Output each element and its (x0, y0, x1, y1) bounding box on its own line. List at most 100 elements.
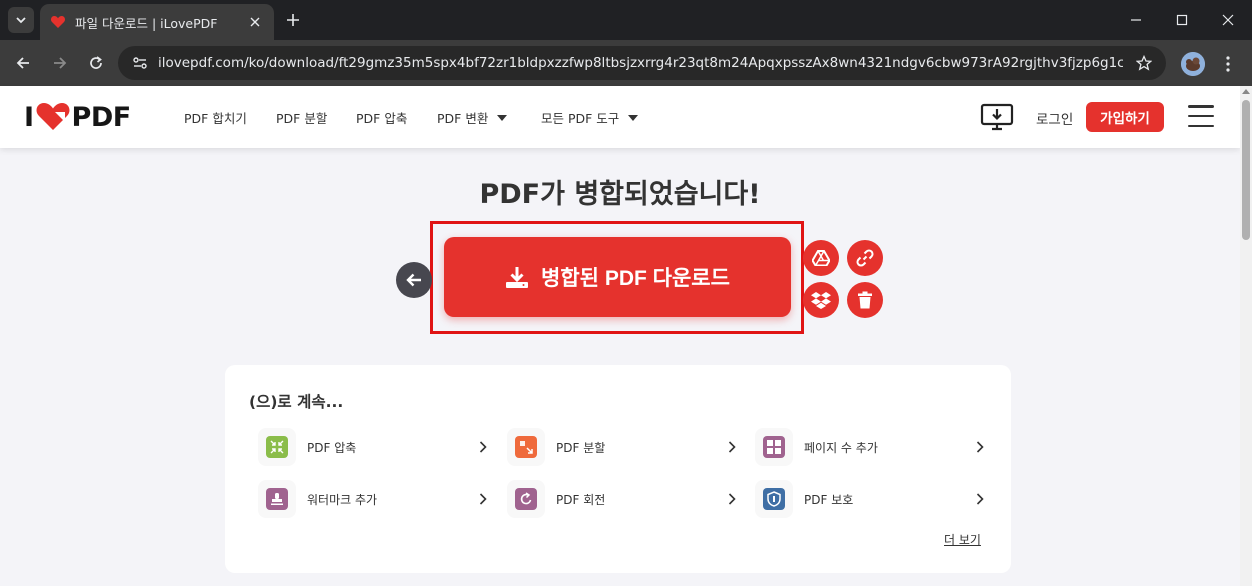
tool-protect-pdf[interactable]: PDF 보호 (755, 480, 985, 518)
tool-label: PDF 회전 (556, 492, 606, 507)
heart-favicon-icon (50, 14, 66, 30)
google-drive-icon (812, 250, 830, 266)
reload-button[interactable] (84, 51, 108, 75)
download-merged-pdf-button[interactable]: 병합된 PDF 다운로드 (444, 237, 791, 317)
avatar-icon (1181, 52, 1205, 76)
tool-icon-frame (755, 428, 793, 466)
tool-icon-frame (755, 480, 793, 518)
scrollbar-thumb[interactable] (1242, 100, 1250, 240)
nav-compress-pdf[interactable]: PDF 압축 (356, 108, 407, 127)
scroll-up-arrow-icon[interactable] (1242, 89, 1250, 94)
browser-menu-button[interactable] (1216, 52, 1240, 76)
nav-all-tools[interactable]: 모든 PDF 도구 (541, 108, 639, 127)
logo-text-i: I (24, 101, 34, 133)
back-nav-button[interactable] (11, 51, 35, 75)
signup-button[interactable]: 가입하기 (1086, 102, 1164, 132)
tool-add-watermark[interactable]: 워터마크 추가 (258, 480, 488, 518)
address-bar[interactable]: ilovepdf.com/ko/download/ft29gmz35m5spx4… (118, 46, 1166, 80)
more-vertical-icon (1226, 56, 1230, 72)
arrow-right-icon (54, 57, 67, 69)
login-link[interactable]: 로그인 (1036, 108, 1073, 128)
tool-label: PDF 보호 (804, 492, 854, 507)
download-icon (505, 265, 529, 289)
profile-avatar[interactable] (1181, 52, 1205, 76)
forward-nav-button[interactable] (48, 51, 72, 75)
tool-label: 페이지 수 추가 (804, 440, 878, 455)
browser-tab-bar: 파일 다운로드 | iLovePDF (0, 0, 1252, 40)
nav-label: PDF 합치기 (184, 111, 247, 126)
tool-label: PDF 압축 (307, 440, 357, 455)
ilovepdf-logo[interactable]: I PDF (24, 101, 132, 133)
nav-merge-pdf[interactable]: PDF 합치기 (184, 108, 247, 127)
continue-tools-card: (으)로 계속... PDF 압축 PDF 분할 페이지 수 추가 워터마크 추… (225, 365, 1011, 573)
tool-rotate-pdf[interactable]: PDF 회전 (507, 480, 737, 518)
minimize-button[interactable] (1124, 8, 1148, 32)
card-title: (으)로 계속... (249, 393, 344, 411)
back-button[interactable] (396, 262, 432, 298)
chevron-right-icon (478, 492, 488, 506)
nav-split-pdf[interactable]: PDF 분할 (276, 108, 327, 127)
tool-icon-frame (258, 428, 296, 466)
arrow-left-icon (16, 57, 29, 69)
heart-logo-icon (36, 103, 70, 130)
logo-text-pdf: PDF (71, 101, 132, 133)
tool-compress-pdf[interactable]: PDF 압축 (258, 428, 488, 466)
trash-icon (858, 291, 872, 309)
save-to-google-drive-button[interactable] (803, 240, 839, 276)
close-icon (1222, 14, 1234, 26)
maximize-button[interactable] (1170, 8, 1194, 32)
maximize-icon (1176, 14, 1188, 26)
tab-search-button[interactable] (8, 7, 34, 33)
chevron-right-icon (975, 440, 985, 454)
nav-label: 모든 PDF 도구 (541, 111, 620, 126)
close-window-button[interactable] (1216, 8, 1240, 32)
link-icon (856, 249, 874, 267)
delete-file-button[interactable] (847, 282, 883, 318)
nav-label: PDF 변환 (437, 111, 489, 126)
protect-icon (763, 488, 785, 510)
hamburger-menu-icon[interactable] (1188, 105, 1214, 127)
plus-icon (287, 14, 299, 26)
chevron-right-icon (727, 440, 737, 454)
page-title: PDF가 병합되었습니다! (479, 179, 761, 210)
copy-link-button[interactable] (847, 240, 883, 276)
nav-convert-pdf[interactable]: PDF 변환 (437, 108, 508, 127)
nav-label: PDF 압축 (356, 111, 408, 126)
bookmark-star-icon[interactable] (1134, 53, 1154, 73)
tool-label: 워터마크 추가 (307, 492, 378, 507)
nav-label: PDF 분할 (276, 111, 328, 126)
minimize-icon (1131, 19, 1141, 21)
rotate-icon (515, 488, 537, 510)
reload-icon (90, 56, 102, 69)
split-icon (515, 436, 537, 458)
tab-title: 파일 다운로드 | iLovePDF (75, 15, 218, 31)
chevron-down-icon (16, 17, 26, 24)
tool-icon-frame (258, 480, 296, 518)
download-button-label: 병합된 PDF 다운로드 (541, 267, 730, 290)
chevron-right-icon (975, 492, 985, 506)
new-tab-button[interactable] (282, 9, 304, 31)
chevron-right-icon (478, 440, 488, 454)
browser-tab[interactable]: 파일 다운로드 | iLovePDF (40, 4, 274, 40)
tool-add-page-numbers[interactable]: 페이지 수 추가 (755, 428, 985, 466)
arrow-left-icon (406, 273, 421, 287)
page-numbers-icon (763, 436, 785, 458)
save-to-dropbox-button[interactable] (803, 282, 839, 318)
tool-icon-frame (507, 428, 545, 466)
tool-icon-frame (507, 480, 545, 518)
site-header: I PDF PDF 합치기 PDF 분할 PDF 압축 PDF 변환 모든 PD… (0, 86, 1240, 148)
browser-toolbar: ilovepdf.com/ko/download/ft29gmz35m5spx4… (0, 40, 1252, 86)
tool-label: PDF 분할 (556, 440, 606, 455)
watermark-icon (266, 488, 288, 510)
dropbox-icon (811, 292, 831, 309)
see-more-link[interactable]: 더 보기 (944, 531, 981, 548)
caret-down-icon (497, 114, 508, 121)
compress-icon (266, 436, 288, 458)
caret-down-icon (628, 114, 639, 121)
url-text: ilovepdf.com/ko/download/ft29gmz35m5spx4… (158, 55, 1123, 71)
close-tab-icon[interactable] (246, 13, 264, 31)
chevron-right-icon (727, 492, 737, 506)
desktop-download-icon[interactable] (980, 102, 1014, 132)
tool-split-pdf[interactable]: PDF 분할 (507, 428, 737, 466)
site-settings-icon[interactable] (130, 53, 150, 73)
